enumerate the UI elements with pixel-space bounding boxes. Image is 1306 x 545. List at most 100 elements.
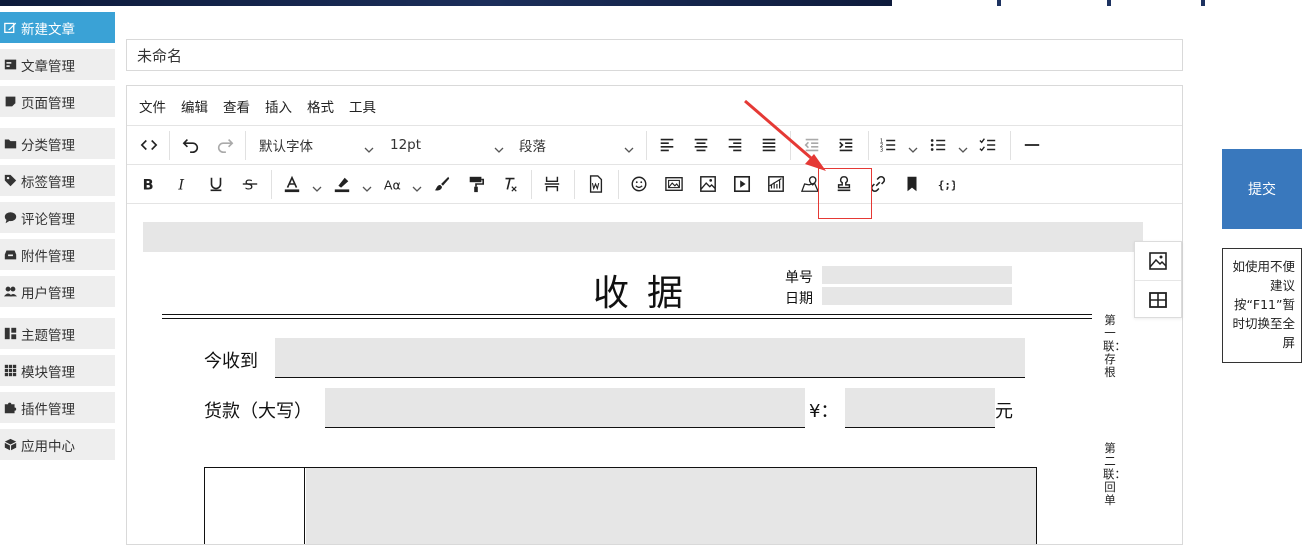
fullscreen-tip: 如使用不便建议按“F11”暂时切换至全屏: [1222, 248, 1302, 363]
gallery-icon: [665, 177, 683, 191]
sidebar-item-modules[interactable]: 模块管理: [0, 355, 115, 386]
users-icon: [0, 285, 21, 298]
bullet-list-button[interactable]: [926, 126, 950, 164]
checklist-button[interactable]: [975, 126, 1001, 164]
menu-tools[interactable]: 工具: [349, 96, 376, 116]
insert-video-button[interactable]: [728, 165, 756, 203]
insert-image-button[interactable]: [694, 165, 722, 203]
tag-icon: [0, 174, 21, 187]
sidebar-item-themes[interactable]: 主题管理: [0, 318, 115, 349]
cube-icon: [0, 438, 21, 451]
code-braces-icon: {;}: [938, 179, 955, 192]
format-painter-button[interactable]: [463, 165, 489, 203]
undo-icon: [182, 139, 199, 154]
indent-button[interactable]: [832, 126, 860, 164]
chevron-down-icon[interactable]: [908, 140, 918, 153]
sidebar-item-app-center[interactable]: 应用中心: [0, 429, 115, 460]
svg-text:Aα: Aα: [384, 177, 401, 192]
text-color-button[interactable]: [279, 165, 305, 203]
edit-icon: [0, 21, 21, 34]
source-code-button[interactable]: [135, 126, 163, 164]
quick-insert-image-button[interactable]: [1135, 242, 1181, 280]
block-format-value: 段落: [519, 139, 546, 155]
grid-icon: [0, 364, 21, 377]
sidebar-item-articles[interactable]: 文章管理: [0, 49, 115, 80]
quick-insert-table-button[interactable]: [1135, 281, 1181, 319]
numbered-list-button[interactable]: 123: [876, 126, 900, 164]
clear-format-button[interactable]: [497, 165, 523, 203]
outdent-button[interactable]: [798, 126, 826, 164]
letter-case-icon: Aα: [384, 177, 401, 192]
import-word-button[interactable]: [582, 165, 610, 203]
align-center-button[interactable]: [687, 126, 715, 164]
chevron-down-icon[interactable]: [312, 179, 322, 192]
amount-words-field[interactable]: [325, 388, 805, 428]
insert-chart-button[interactable]: [762, 165, 790, 203]
block-format-select[interactable]: 段落: [519, 126, 639, 164]
sidebar-item-label: 页面管理: [21, 95, 75, 112]
italic-button[interactable]: I: [169, 165, 195, 203]
strikethrough-button[interactable]: S: [237, 165, 263, 203]
header-field[interactable]: [143, 222, 1143, 252]
undo-button[interactable]: [177, 126, 205, 164]
article-icon: [0, 58, 21, 71]
menu-view[interactable]: 查看: [223, 96, 250, 116]
font-size-value: 12pt: [390, 137, 422, 153]
table-cell-content[interactable]: [306, 468, 1036, 544]
top-tab-marker: [1107, 0, 1111, 6]
redo-button[interactable]: [211, 126, 239, 164]
receipt-no-field[interactable]: [822, 266, 1012, 284]
svg-text:3: 3: [880, 147, 883, 153]
image-gallery-button[interactable]: [660, 165, 688, 203]
sidebar-item-attachments[interactable]: 附件管理: [0, 239, 115, 270]
sidebar-item-pages[interactable]: 页面管理: [0, 86, 115, 117]
svg-text:S: S: [245, 177, 254, 193]
bookmark-button[interactable]: [898, 165, 926, 203]
bold-button[interactable]: B: [135, 165, 161, 203]
sidebar-item-categories[interactable]: 分类管理: [0, 128, 115, 159]
sidebar-item-comments[interactable]: 评论管理: [0, 202, 115, 233]
received-from-field[interactable]: [275, 338, 1025, 378]
highlight-color-button[interactable]: [329, 165, 355, 203]
chevron-down-icon[interactable]: [958, 140, 968, 153]
amount-number-field[interactable]: [845, 388, 995, 428]
svg-text:B: B: [143, 177, 154, 193]
format-painter-icon: [469, 176, 485, 193]
clear-brush-button[interactable]: [429, 165, 455, 203]
toolbar-divider: [245, 131, 246, 160]
inbox-icon: [0, 248, 21, 261]
article-title-input[interactable]: [126, 39, 1183, 71]
sidebar-item-new-article[interactable]: 新建文章: [0, 12, 115, 43]
align-right-button[interactable]: [721, 126, 749, 164]
menu-insert[interactable]: 插入: [265, 96, 292, 116]
page-break-icon: [544, 176, 560, 192]
menu-file[interactable]: 文件: [139, 96, 166, 116]
submit-button[interactable]: 提交: [1222, 149, 1302, 229]
sidebar-item-tags[interactable]: 标签管理: [0, 165, 115, 196]
underline-button[interactable]: [203, 165, 229, 203]
align-left-icon: [660, 138, 674, 152]
sidebar-item-users[interactable]: 用户管理: [0, 276, 115, 307]
insert-code-button[interactable]: {;}: [932, 165, 960, 203]
font-size-select[interactable]: 12pt: [390, 126, 510, 164]
page-break-button[interactable]: [539, 165, 565, 203]
chevron-down-icon[interactable]: [412, 179, 422, 192]
menu-edit[interactable]: 编辑: [181, 96, 208, 116]
font-family-select[interactable]: 默认字体: [259, 126, 377, 164]
table-cell-label[interactable]: [205, 468, 305, 544]
sidebar-item-label: 用户管理: [21, 285, 75, 302]
menu-format[interactable]: 格式: [307, 96, 334, 116]
align-left-button[interactable]: [653, 126, 681, 164]
chevron-down-icon[interactable]: [362, 179, 372, 192]
comment-icon: [0, 211, 21, 224]
amount-words-label: 货款（大写）: [204, 401, 312, 422]
toolbar-divider: [531, 170, 532, 199]
image-icon: [700, 176, 716, 192]
receipt-date-field[interactable]: [822, 287, 1012, 305]
document-body[interactable]: 收据 单号 日期 今收到 货款（大写） ¥： 元 第一联：存根 第二联：回单: [127, 204, 1182, 544]
sidebar-item-plugins[interactable]: 插件管理: [0, 392, 115, 423]
font-case-button[interactable]: Aα: [379, 165, 405, 203]
emoticon-button[interactable]: [626, 165, 652, 203]
align-justify-button[interactable]: [755, 126, 783, 164]
horizontal-rule-button[interactable]: [1018, 126, 1046, 164]
